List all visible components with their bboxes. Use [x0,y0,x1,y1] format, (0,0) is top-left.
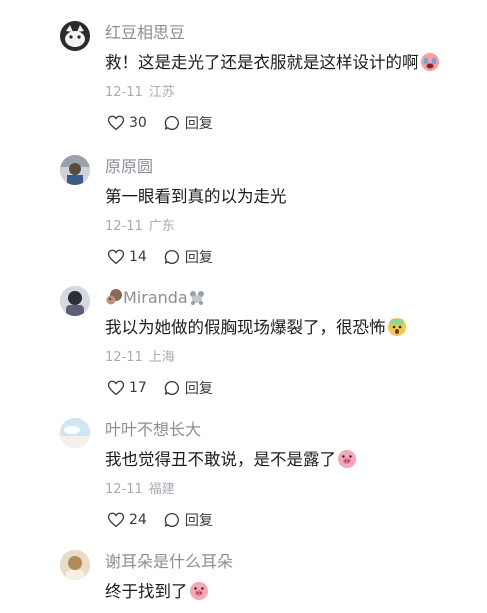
comment-date: 12-11 [105,85,143,100]
person-avatar-icon [60,155,90,185]
comment-text: 我以为她做的假胸现场爆裂了，很恐怖 [105,316,407,340]
avatar[interactable] [60,155,90,185]
speech-bubble-icon [164,512,179,528]
username[interactable]: 叶叶不想长大 [105,419,201,441]
comment-text-content: 救！这是走光了还是衣服就是这样设计的啊 [105,53,419,72]
cat-avatar-icon [60,21,90,51]
comment-list: 红豆相思豆 救！这是走光了还是衣服就是这样设计的啊 12-11 江苏 30 回复 [0,0,487,613]
comment-location: 江苏 [148,85,175,100]
like-count: 14 [129,249,147,265]
pig-face-emoji [338,450,356,468]
comment-text-content: 终于找到了 [105,582,188,601]
like-button[interactable]: 14 [107,248,147,266]
username[interactable]: 红豆相思豆 [105,22,185,44]
username-text: Miranda [123,288,188,307]
comment-actions: 24 回复 [107,509,213,531]
avatar[interactable] [60,21,90,51]
comment-location: 广东 [148,219,175,234]
reply-button[interactable]: 回复 [163,113,213,133]
speech-bubble-icon [164,249,179,265]
like-button[interactable]: 17 [107,379,147,397]
comment-text-content: 我以为她做的假胸现场爆裂了，很恐怖 [105,318,386,337]
poodle-emoji [189,291,204,305]
crying-face-emoji [420,53,439,71]
heart-icon [107,512,125,528]
comment-actions: 30 回复 [107,112,213,134]
person-avatar-icon [60,550,90,580]
reply-label: 回复 [184,381,213,397]
comment-location: 上海 [148,350,175,365]
comment-text: 第一眼看到真的以为走光 [105,185,287,209]
sky-avatar-icon [60,418,90,448]
reply-button[interactable]: 回复 [163,378,213,398]
comment-date: 12-11 [105,350,143,365]
speech-bubble-icon [164,380,179,396]
comment-meta: 12-11 上海 [105,349,175,367]
avatar[interactable] [60,286,90,316]
like-button[interactable]: 24 [107,511,147,529]
pig-face-emoji [189,582,208,600]
comment-date: 12-11 [105,219,143,234]
person-avatar-icon [60,286,90,316]
comment-date: 12-11 [105,482,143,497]
reply-label: 回复 [184,250,213,266]
comment-meta: 12-11 福建 [105,481,175,499]
comment-location: 福建 [148,482,175,497]
comment-text: 终于找到了 [105,580,209,604]
like-count: 24 [129,512,147,528]
avatar[interactable] [60,418,90,448]
heart-icon [107,115,125,131]
comment-meta: 12-11 江苏 [105,84,175,102]
avatar[interactable] [60,550,90,580]
comment-text-content: 第一眼看到真的以为走光 [105,187,287,206]
username[interactable]: 原原圆 [105,156,153,178]
comment-actions: 17 回复 [107,377,213,399]
comment-text: 我也觉得丑不敢说，是不是露了 [105,448,357,472]
heart-icon [107,380,125,396]
username[interactable]: 谢耳朵是什么耳朵 [105,551,233,573]
scared-face-emoji [387,318,406,336]
like-count: 17 [129,380,147,396]
reply-button[interactable]: 回复 [163,510,213,530]
like-button[interactable]: 30 [107,114,147,132]
username[interactable]: Miranda [105,287,206,309]
comment-text: 救！这是走光了还是衣服就是这样设计的啊 [105,51,440,75]
comment-text-content: 我也觉得丑不敢说，是不是露了 [105,450,336,469]
comment-meta: 12-11 广东 [105,218,175,236]
like-count: 30 [129,115,147,131]
comment-actions: 14 回复 [107,246,213,268]
speech-bubble-icon [164,115,179,131]
squirrel-emoji [106,289,122,305]
heart-icon [107,249,125,265]
reply-label: 回复 [184,513,213,529]
reply-button[interactable]: 回复 [163,247,213,267]
reply-label: 回复 [184,116,213,132]
